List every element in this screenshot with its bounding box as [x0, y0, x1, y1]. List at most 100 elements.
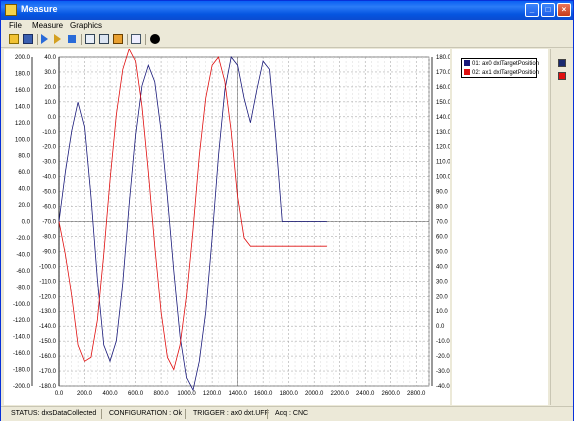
zoom-icon[interactable]	[131, 34, 141, 44]
trigger-text: TRIGGER : ax0 dxt.UFF	[193, 410, 269, 417]
x-tick-label: 2800.0	[407, 391, 426, 397]
y-outer-tick-label: 160.0	[15, 88, 31, 94]
y-right-tick-label: 180.0	[436, 55, 450, 61]
x-tick-label: 1800.0	[279, 391, 298, 397]
y-right-tick-label: 50.0	[436, 249, 448, 255]
status-bar: STATUS: dxsDataCollected CONFIGURATION :…	[1, 406, 573, 421]
y-outer-tick-label: -100.0	[13, 302, 31, 308]
right-panel	[550, 49, 573, 405]
y-inner-tick-label: 10.0	[44, 100, 56, 106]
menu-file[interactable]: File	[9, 21, 22, 30]
y-inner-tick-label: -10.0	[42, 130, 56, 136]
legend: 01: ax0 dxlTargetPosition 02: ax1 dxlTar…	[461, 58, 539, 78]
play-icon[interactable]	[41, 34, 48, 44]
y-inner-tick-label: -70.0	[42, 220, 56, 226]
stop-icon[interactable]	[68, 35, 76, 43]
legend-entry-2: 02: ax1 dxlTargetPosition	[464, 69, 539, 77]
open-icon[interactable]	[9, 34, 19, 44]
y-outer-tick-label: 0.0	[22, 220, 31, 226]
menu-bar: File Measure Graphics	[1, 20, 573, 32]
y-outer-tick-label: -20.0	[16, 236, 30, 242]
x-tick-label: 1400.0	[228, 391, 247, 397]
y-inner-tick-label: -100.0	[39, 264, 57, 270]
y-right-tick-label: 140.0	[436, 115, 450, 121]
y-right-tick-label: 0.0	[436, 324, 445, 330]
status-text: STATUS: dxsDataCollected	[11, 410, 97, 417]
x-tick-label: 2600.0	[382, 391, 401, 397]
measure-window: Measure _ □ × File Measure Graphics 200.…	[0, 0, 574, 421]
save-icon[interactable]	[23, 34, 33, 44]
line-chart[interactable]: 200.0 180.0 160.0 140.0 120.0 100.0 80.0 60.0 40…	[4, 47, 452, 405]
y-outer-tick-label: -120.0	[13, 318, 31, 324]
y-right-tick-label: -40.0	[436, 384, 450, 390]
x-tick-label: 400.0	[103, 391, 119, 397]
y-inner-tick-label: -120.0	[39, 294, 57, 300]
export-icon[interactable]	[113, 34, 123, 44]
y-right-tick-label: 120.0	[436, 145, 450, 151]
grid-icon[interactable]	[99, 34, 109, 44]
y-right-tick-label: 40.0	[436, 264, 448, 270]
toolbar	[1, 32, 573, 48]
y-outer-tick-label: 60.0	[18, 170, 30, 176]
y-inner-tick-label: 30.0	[44, 70, 56, 76]
y-inner-tick-label: -160.0	[39, 354, 57, 360]
step-icon[interactable]	[54, 34, 61, 44]
y-right-tick-label: 170.0	[436, 70, 450, 76]
y-outer-tick-label: 100.0	[15, 137, 31, 143]
close-button[interactable]: ×	[557, 3, 571, 17]
y-outer-tick-label: 80.0	[18, 154, 30, 160]
y-inner-tick-label: 20.0	[44, 85, 56, 91]
y-inner-tick-label: -60.0	[42, 205, 56, 211]
y-outer-tick-label: -200.0	[13, 384, 31, 390]
acq-text: Acq : CNC	[275, 410, 309, 417]
app-icon	[5, 4, 17, 16]
y-inner-tick-label: -130.0	[39, 309, 57, 315]
channel-1-swatch[interactable]	[558, 59, 566, 67]
y-inner-tick-label: -20.0	[42, 145, 56, 151]
title-bar: Measure _ □ ×	[1, 1, 573, 20]
y-inner-tick-label: -150.0	[39, 339, 57, 345]
y-right-tick-label: 160.0	[436, 85, 450, 91]
y-outer-tick-label: 40.0	[18, 187, 30, 193]
chart-area[interactable]: 200.0 180.0 160.0 140.0 120.0 100.0 80.0 60.0 40…	[4, 47, 452, 405]
y-inner-tick-label: -30.0	[42, 160, 56, 166]
minimize-button[interactable]: _	[525, 3, 539, 17]
edit-icon[interactable]	[85, 34, 95, 44]
maximize-button[interactable]: □	[541, 3, 555, 17]
y-inner-tick-label: 0.0	[48, 115, 57, 121]
y-right-tick-label: 110.0	[436, 160, 450, 166]
y-outer-tick-label: 120.0	[15, 121, 31, 127]
x-tick-label: 0.0	[55, 391, 64, 397]
configuration-text: CONFIGURATION : Ok	[109, 410, 182, 417]
y-right-tick-label: 90.0	[436, 190, 448, 196]
x-tick-label: 200.0	[77, 391, 93, 397]
legend-entry-1: 01: ax0 dxlTargetPosition	[464, 60, 539, 68]
y-right-tick-label: 30.0	[436, 279, 448, 285]
y-inner-tick-label: -80.0	[42, 234, 56, 240]
y-inner-tick-label: -90.0	[42, 249, 56, 255]
y-outer-tick-label: 180.0	[15, 71, 31, 77]
menu-measure[interactable]: Measure	[32, 21, 63, 30]
y-inner-tick-label: -180.0	[39, 384, 57, 390]
y-inner-tick-label: -140.0	[39, 324, 57, 330]
y-outer-tick-label: 200.0	[15, 55, 31, 61]
y-outer-tick-label: 20.0	[18, 203, 30, 209]
y-right-tick-label: 20.0	[436, 294, 448, 300]
y-right-tick-label: -30.0	[436, 369, 450, 375]
y-right-tick-label: -10.0	[436, 339, 450, 345]
y-outer-tick-label: -140.0	[13, 335, 31, 341]
y-outer-tick-label: -40.0	[16, 252, 30, 258]
x-tick-label: 2400.0	[356, 391, 375, 397]
record-icon[interactable]	[150, 34, 160, 44]
x-tick-label: 2200.0	[331, 391, 350, 397]
menu-graphics[interactable]: Graphics	[70, 21, 102, 30]
x-tick-label: 800.0	[154, 391, 170, 397]
y-outer-tick-label: -60.0	[16, 269, 30, 275]
y-right-tick-label: -20.0	[436, 354, 450, 360]
legend-area: 01: ax0 dxlTargetPosition 02: ax1 dxlTar…	[452, 49, 548, 405]
channel-2-swatch[interactable]	[558, 72, 566, 80]
y-inner-tick-label: -40.0	[42, 175, 56, 181]
y-outer-tick-label: -160.0	[13, 351, 31, 357]
y-right-tick-label: 100.0	[436, 175, 450, 181]
window-title: Measure	[21, 4, 58, 14]
